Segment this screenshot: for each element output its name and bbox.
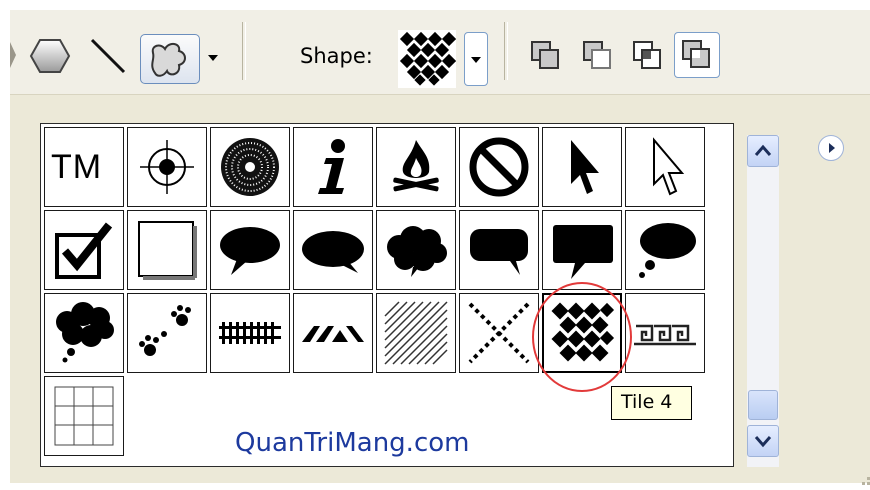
shape-label: Shape: [300, 44, 373, 68]
shape-cell[interactable] [210, 293, 290, 373]
shape-cell[interactable] [376, 127, 456, 207]
shape-dropdown-button[interactable] [464, 32, 488, 86]
tool-dropdown-arrow-icon[interactable] [208, 55, 218, 61]
radial-burst-icon [221, 138, 279, 196]
tile-checker-icon [399, 31, 457, 86]
hatch-lines-icon [384, 301, 448, 365]
no-sign-icon [469, 137, 529, 197]
square-frame-icon [138, 221, 197, 280]
options-toolbar: Shape: [10, 10, 870, 95]
toolbar-separator [504, 22, 508, 80]
shape-cell[interactable] [127, 210, 207, 290]
polygon-tool-button[interactable] [28, 36, 72, 80]
thought-cloud-icon [387, 226, 447, 277]
arrow-cursor-filled-icon [571, 140, 599, 194]
talk-bubble-rounded-icon [470, 229, 528, 275]
line-tool-button[interactable] [86, 34, 130, 82]
shape-cell[interactable] [44, 210, 124, 290]
speech-bubble-icon [220, 227, 280, 275]
shape-cell[interactable] [210, 127, 290, 207]
info-icon [318, 139, 345, 194]
highlight-circle [532, 282, 632, 392]
shape-cell[interactable] [293, 293, 373, 373]
intersect-area-button[interactable] [630, 38, 664, 76]
thought-bubble-icon [639, 223, 696, 278]
watermark-text: QuanTriMang.com [235, 428, 470, 458]
shape-cell[interactable]: TM [44, 127, 124, 207]
shape-cell[interactable] [625, 127, 705, 207]
chevron-down-icon [754, 436, 772, 448]
shape-cell[interactable] [376, 293, 456, 373]
shape-cell[interactable] [127, 293, 207, 373]
chevron-up-icon [754, 144, 772, 156]
resize-grip-icon[interactable] [858, 470, 870, 490]
custom-shape-panel: Shape: TM QuanTriMang.com Tile 4 [10, 10, 870, 485]
shape-grid-scrollbar[interactable] [747, 135, 779, 467]
play-right-icon [829, 143, 835, 153]
panel-menu-button[interactable] [818, 135, 844, 161]
toolbar-separator [242, 22, 246, 80]
cross-dots-icon [468, 302, 530, 364]
add-area-icon [531, 41, 559, 69]
subtract-area-icon [583, 41, 611, 69]
paw-prints-icon [139, 305, 191, 356]
shape-cell[interactable] [210, 210, 290, 290]
chevron-band-icon [302, 326, 364, 342]
shape-cell[interactable] [625, 293, 705, 373]
shape-cell[interactable] [542, 127, 622, 207]
arrow-cursor-outline-icon [653, 137, 685, 196]
shape-cell[interactable] [376, 210, 456, 290]
custom-shape-icon [151, 43, 186, 77]
greek-key-icon [634, 324, 696, 346]
shape-cell[interactable] [542, 210, 622, 290]
custom-shape-tool-button[interactable] [140, 34, 200, 84]
campfire-icon [393, 140, 439, 192]
target-icon [140, 140, 194, 194]
shape-cell[interactable] [127, 127, 207, 207]
toolbar-edge [10, 30, 20, 80]
shape-cell[interactable] [459, 293, 539, 373]
scroll-thumb[interactable] [748, 390, 778, 420]
exclude-overlap-icon [682, 40, 710, 68]
add-to-area-button[interactable] [528, 38, 562, 76]
grid-tile-icon [54, 386, 114, 446]
cloud-thought-icon [56, 302, 114, 363]
shape-cell[interactable] [293, 210, 373, 290]
shape-cell[interactable] [293, 127, 373, 207]
hexagon-icon [29, 39, 71, 73]
chevron-down-icon [471, 57, 481, 63]
shape-preview[interactable] [398, 30, 457, 88]
subtract-from-area-button[interactable] [580, 38, 614, 76]
line-icon [90, 38, 126, 74]
shape-cell[interactable] [44, 376, 124, 456]
trademark-icon: TM [51, 148, 103, 186]
shape-cell[interactable] [625, 210, 705, 290]
talk-bubble-square-icon [553, 225, 613, 279]
shape-cell[interactable] [459, 210, 539, 290]
shape-tooltip: Tile 4 [611, 386, 692, 420]
checkbox-checked-icon [55, 222, 113, 279]
shape-cell[interactable] [459, 127, 539, 207]
scroll-up-button[interactable] [747, 135, 779, 167]
shape-cell[interactable] [44, 293, 124, 373]
scroll-down-button[interactable] [747, 425, 779, 457]
rail-fence-icon [219, 322, 281, 344]
exclude-overlap-button[interactable] [674, 32, 720, 78]
intersect-area-icon [633, 41, 661, 69]
speech-bubble-oval-icon [302, 231, 364, 273]
